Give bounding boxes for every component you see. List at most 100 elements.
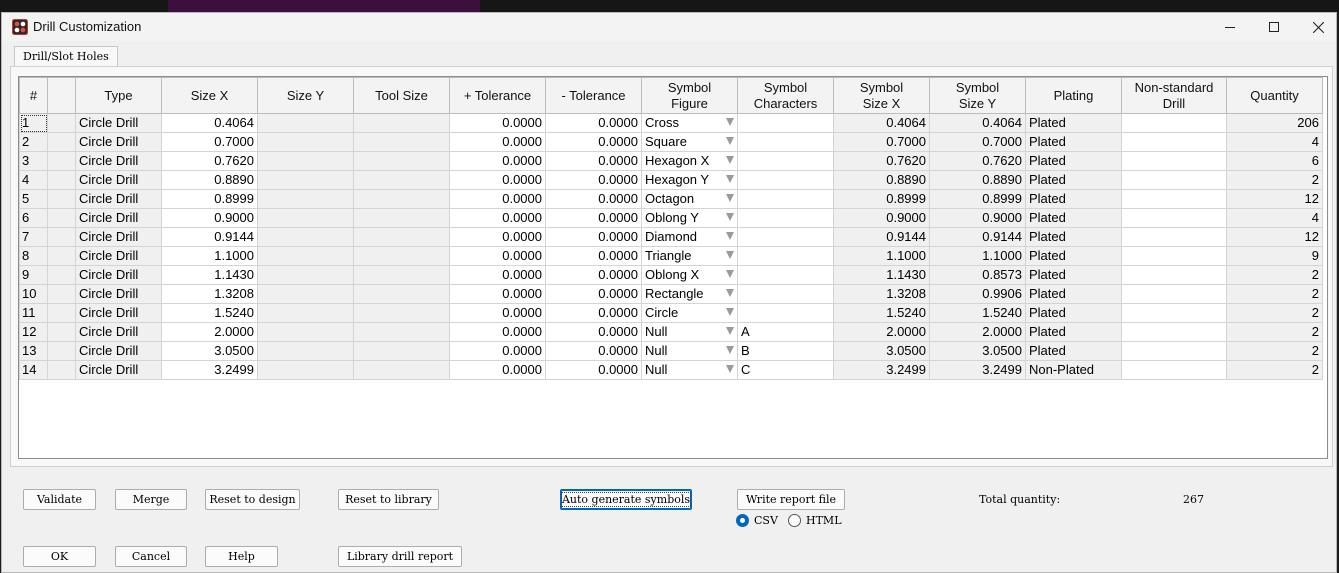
symbol-figure-cell[interactable]: Null bbox=[641, 341, 738, 361]
quantity-cell[interactable]: 9 bbox=[1226, 246, 1323, 266]
symbol-characters-cell[interactable] bbox=[737, 208, 834, 228]
non-standard-drill-cell[interactable] bbox=[1121, 189, 1227, 209]
minus-tolerance-cell[interactable]: 0.0000 bbox=[545, 322, 642, 342]
header-col-quantity[interactable]: Quantity bbox=[1226, 77, 1323, 114]
plus-tolerance-cell[interactable]: 0.0000 bbox=[449, 151, 546, 171]
plating-cell[interactable]: Plated bbox=[1025, 113, 1122, 133]
size-y-cell[interactable] bbox=[257, 151, 354, 171]
symbol-figure-cell[interactable]: Oblong Y bbox=[641, 208, 738, 228]
minus-tolerance-cell[interactable]: 0.0000 bbox=[545, 132, 642, 152]
quantity-cell[interactable]: 12 bbox=[1226, 227, 1323, 247]
quantity-cell[interactable]: 12 bbox=[1226, 189, 1323, 209]
plus-tolerance-cell[interactable]: 0.0000 bbox=[449, 246, 546, 266]
symbol-figure-cell[interactable]: Square bbox=[641, 132, 738, 152]
validate-button[interactable]: Validate bbox=[23, 489, 96, 510]
dropdown-arrow-icon[interactable] bbox=[726, 289, 734, 297]
size-y-cell[interactable] bbox=[257, 113, 354, 133]
non-standard-drill-cell[interactable] bbox=[1121, 113, 1227, 133]
plus-tolerance-cell[interactable]: 0.0000 bbox=[449, 341, 546, 361]
symbol-size-y-cell[interactable]: 0.4064 bbox=[929, 113, 1026, 133]
non-standard-drill-cell[interactable] bbox=[1121, 341, 1227, 361]
symbol-figure-cell[interactable]: Circle bbox=[641, 303, 738, 323]
symbol-figure-cell[interactable]: Triangle bbox=[641, 246, 738, 266]
symbol-characters-cell[interactable]: B bbox=[737, 341, 834, 361]
symbol-size-y-cell[interactable]: 3.0500 bbox=[929, 341, 1026, 361]
table-row[interactable]: 4 Circle Drill 0.8890 0.0000 0.0000 Hexagon Y… bbox=[19, 170, 1323, 190]
table-row[interactable]: 3 Circle Drill 0.7620 0.0000 0.0000 Hexagon X… bbox=[19, 151, 1323, 171]
minus-tolerance-cell[interactable]: 0.0000 bbox=[545, 151, 642, 171]
symbol-size-y-cell[interactable]: 1.5240 bbox=[929, 303, 1026, 323]
header-col-non-standard-drill[interactable]: Non-standard Drill bbox=[1121, 77, 1227, 114]
plating-cell[interactable]: Plated bbox=[1025, 322, 1122, 342]
header-col-symbol-size-x[interactable]: Symbol Size X bbox=[833, 77, 930, 114]
minus-tolerance-cell[interactable]: 0.0000 bbox=[545, 113, 642, 133]
table-row[interactable]: 8 Circle Drill 1.1000 0.0000 0.0000 Triangle 1… bbox=[19, 246, 1323, 266]
symbol-size-y-cell[interactable]: 0.9144 bbox=[929, 227, 1026, 247]
size-x-cell[interactable]: 3.0500 bbox=[161, 341, 258, 361]
size-x-cell[interactable]: 3.2499 bbox=[161, 360, 258, 380]
symbol-size-x-cell[interactable]: 3.2499 bbox=[833, 360, 930, 380]
type-cell[interactable]: Circle Drill bbox=[75, 132, 162, 152]
tool-size-cell[interactable] bbox=[353, 113, 450, 133]
symbol-size-x-cell[interactable]: 1.5240 bbox=[833, 303, 930, 323]
dropdown-arrow-icon[interactable] bbox=[726, 213, 734, 221]
auto-generate-symbols-button[interactable]: Auto generate symbols bbox=[560, 489, 692, 510]
plating-cell[interactable]: Plated bbox=[1025, 246, 1122, 266]
size-y-cell[interactable] bbox=[257, 341, 354, 361]
type-cell[interactable]: Circle Drill bbox=[75, 265, 162, 285]
symbol-characters-cell[interactable] bbox=[737, 189, 834, 209]
symbol-characters-cell[interactable] bbox=[737, 132, 834, 152]
type-cell[interactable]: Circle Drill bbox=[75, 341, 162, 361]
table-row[interactable]: 2 Circle Drill 0.7000 0.0000 0.0000 Square 0.7… bbox=[19, 132, 1323, 152]
symbol-size-y-cell[interactable]: 0.7000 bbox=[929, 132, 1026, 152]
plus-tolerance-cell[interactable]: 0.0000 bbox=[449, 284, 546, 304]
quantity-cell[interactable]: 206 bbox=[1226, 113, 1323, 133]
symbol-characters-cell[interactable] bbox=[737, 303, 834, 323]
minus-tolerance-cell[interactable]: 0.0000 bbox=[545, 246, 642, 266]
minus-tolerance-cell[interactable]: 0.0000 bbox=[545, 265, 642, 285]
quantity-cell[interactable]: 2 bbox=[1226, 341, 1323, 361]
plating-cell[interactable]: Plated bbox=[1025, 227, 1122, 247]
size-y-cell[interactable] bbox=[257, 303, 354, 323]
plating-cell[interactable]: Non-Plated bbox=[1025, 360, 1122, 380]
minus-tolerance-cell[interactable]: 0.0000 bbox=[545, 227, 642, 247]
type-cell[interactable]: Circle Drill bbox=[75, 208, 162, 228]
plating-cell[interactable]: Plated bbox=[1025, 170, 1122, 190]
tab-drill-slot-holes[interactable]: Drill/Slot Holes bbox=[14, 46, 118, 67]
tool-size-cell[interactable] bbox=[353, 170, 450, 190]
minus-tolerance-cell[interactable]: 0.0000 bbox=[545, 360, 642, 380]
type-cell[interactable]: Circle Drill bbox=[75, 360, 162, 380]
tool-size-cell[interactable] bbox=[353, 208, 450, 228]
symbol-size-x-cell[interactable]: 0.8890 bbox=[833, 170, 930, 190]
symbol-size-x-cell[interactable]: 0.8999 bbox=[833, 189, 930, 209]
minus-tolerance-cell[interactable]: 0.0000 bbox=[545, 284, 642, 304]
symbol-size-y-cell[interactable]: 0.9000 bbox=[929, 208, 1026, 228]
html-radio[interactable]: HTML bbox=[788, 514, 842, 527]
type-cell[interactable]: Circle Drill bbox=[75, 246, 162, 266]
plus-tolerance-cell[interactable]: 0.0000 bbox=[449, 208, 546, 228]
symbol-characters-cell[interactable] bbox=[737, 265, 834, 285]
tool-size-cell[interactable] bbox=[353, 151, 450, 171]
size-x-cell[interactable]: 0.8890 bbox=[161, 170, 258, 190]
symbol-size-x-cell[interactable]: 2.0000 bbox=[833, 322, 930, 342]
non-standard-drill-cell[interactable] bbox=[1121, 265, 1227, 285]
symbol-size-x-cell[interactable]: 0.9144 bbox=[833, 227, 930, 247]
plus-tolerance-cell[interactable]: 0.0000 bbox=[449, 189, 546, 209]
plus-tolerance-cell[interactable]: 0.0000 bbox=[449, 132, 546, 152]
help-button[interactable]: Help bbox=[205, 546, 278, 567]
header-col-plating[interactable]: Plating bbox=[1025, 77, 1122, 114]
size-y-cell[interactable] bbox=[257, 227, 354, 247]
non-standard-drill-cell[interactable] bbox=[1121, 303, 1227, 323]
symbol-figure-cell[interactable]: Diamond bbox=[641, 227, 738, 247]
symbol-size-x-cell[interactable]: 1.1430 bbox=[833, 265, 930, 285]
size-y-cell[interactable] bbox=[257, 360, 354, 380]
size-x-cell[interactable]: 1.3208 bbox=[161, 284, 258, 304]
plating-cell[interactable]: Plated bbox=[1025, 208, 1122, 228]
tool-size-cell[interactable] bbox=[353, 246, 450, 266]
type-cell[interactable]: Circle Drill bbox=[75, 227, 162, 247]
plating-cell[interactable]: Plated bbox=[1025, 189, 1122, 209]
symbol-size-x-cell[interactable]: 0.9000 bbox=[833, 208, 930, 228]
close-button[interactable] bbox=[1295, 13, 1339, 41]
header-col-symbol-characters[interactable]: Symbol Characters bbox=[737, 77, 834, 114]
table-row[interactable]: 11 Circle Drill 1.5240 0.0000 0.0000 Circle 1.… bbox=[19, 303, 1323, 323]
